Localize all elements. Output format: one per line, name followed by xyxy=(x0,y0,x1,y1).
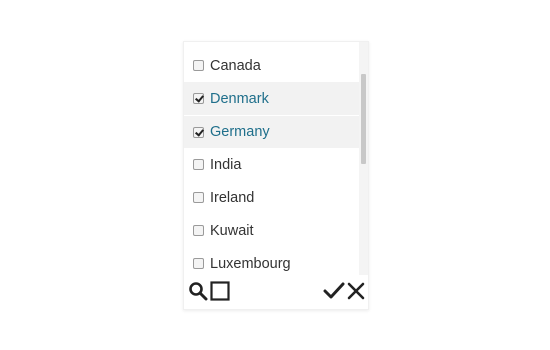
checkbox[interactable] xyxy=(193,159,204,170)
checkbox[interactable] xyxy=(193,60,204,71)
list-item-germany[interactable]: Germany xyxy=(184,115,361,148)
list-item-kuwait[interactable]: Kuwait xyxy=(184,214,361,247)
confirm-button[interactable] xyxy=(323,280,345,302)
list-item-luxembourg[interactable]: Luxembourg xyxy=(184,247,361,275)
list-item-denmark[interactable]: Denmark xyxy=(184,82,361,115)
checkbox[interactable] xyxy=(193,93,204,104)
checkbox[interactable] xyxy=(193,225,204,236)
cancel-icon xyxy=(346,281,366,301)
list-item-label: Luxembourg xyxy=(210,255,291,272)
list-item-label: Ireland xyxy=(210,189,255,206)
list-item-india[interactable]: India xyxy=(184,148,361,181)
search-icon xyxy=(188,281,208,301)
cancel-button[interactable] xyxy=(345,280,367,302)
list-item-label: Kuwait xyxy=(210,222,254,239)
list-item-label: Canada xyxy=(210,57,261,74)
scrollbar-thumb[interactable] xyxy=(361,74,366,164)
list-item-label: Denmark xyxy=(210,90,269,107)
list-item-label: Germany xyxy=(210,124,270,140)
checkbox[interactable] xyxy=(193,126,204,138)
country-list[interactable]: Canada Denmark Germany India Ireland Kuw… xyxy=(184,42,361,275)
search-button[interactable] xyxy=(187,280,209,302)
scrollbar[interactable] xyxy=(359,42,368,275)
select-all-button[interactable] xyxy=(209,280,231,302)
filter-toolbar xyxy=(184,275,368,309)
checkbox[interactable] xyxy=(193,192,204,203)
checkbox[interactable] xyxy=(193,258,204,269)
country-filter-panel: Canada Denmark Germany India Ireland Kuw… xyxy=(183,41,369,310)
list-item-ireland[interactable]: Ireland xyxy=(184,181,361,214)
confirm-icon xyxy=(323,281,345,301)
list-item-canada[interactable]: Canada xyxy=(184,49,361,82)
list-item-label: India xyxy=(210,156,242,173)
select-all-icon xyxy=(210,281,230,301)
